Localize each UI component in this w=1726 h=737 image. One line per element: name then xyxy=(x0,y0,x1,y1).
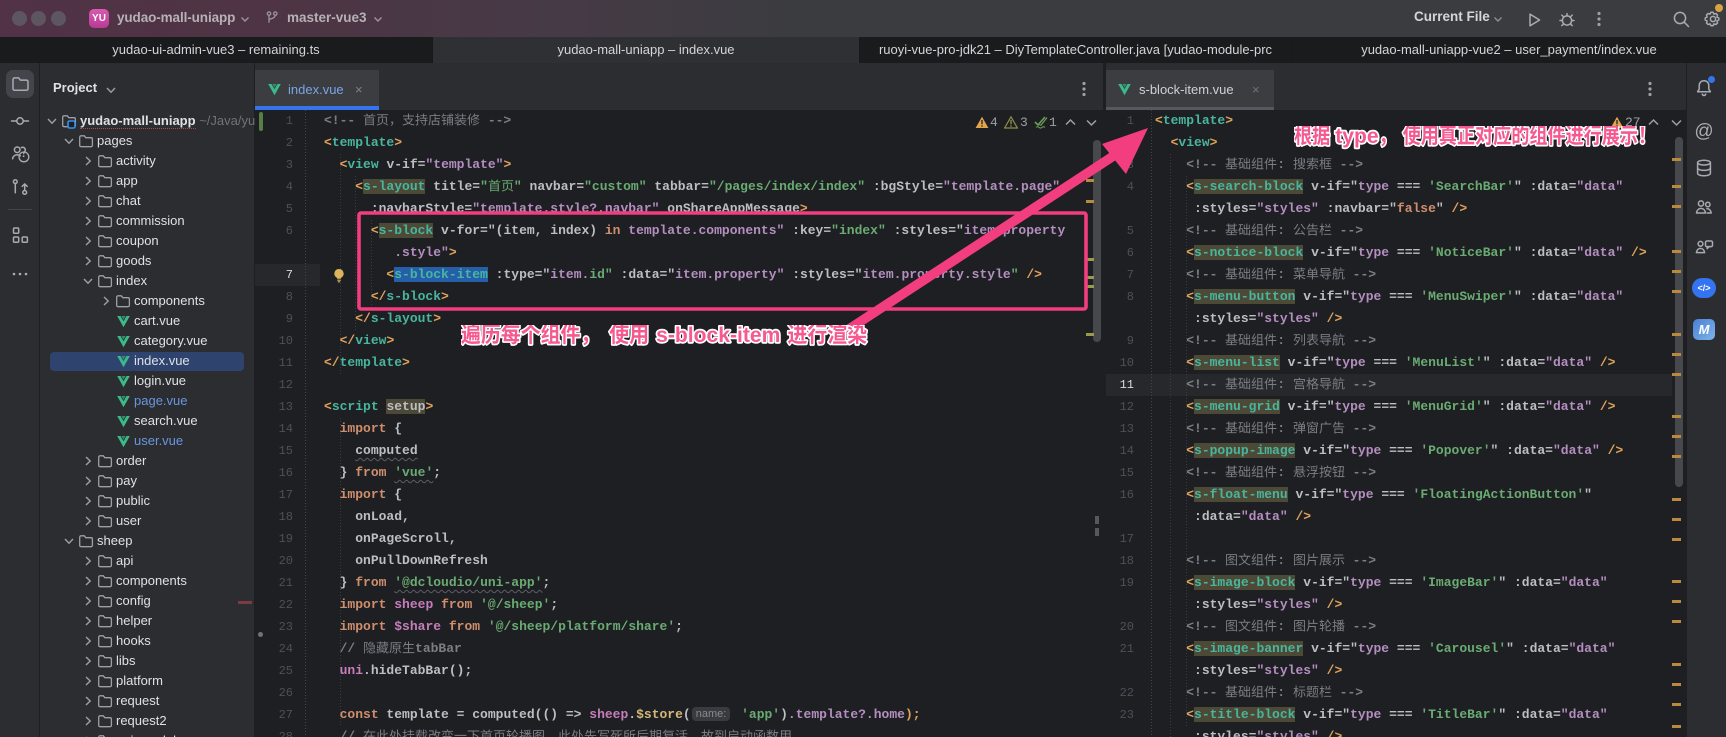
svg-text:s-block-item: s-block-item xyxy=(656,325,780,347)
svg-text:type: type xyxy=(1335,126,1379,148)
